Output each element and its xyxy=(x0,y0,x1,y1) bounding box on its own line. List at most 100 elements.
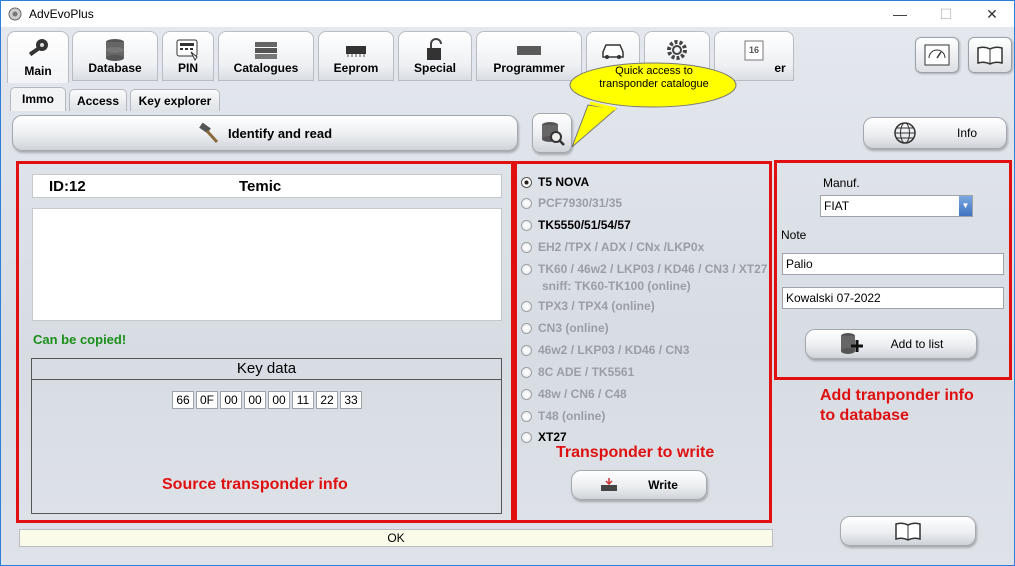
database-icon xyxy=(106,39,124,61)
source-details-area xyxy=(32,208,502,321)
key-data-title: Key data xyxy=(32,359,501,380)
source-annotation: Source transponder info xyxy=(162,476,348,493)
calendar-day: 16 xyxy=(749,45,759,55)
database-annotation-line2: to database xyxy=(820,407,909,424)
programmer-icon xyxy=(517,46,541,55)
source-id-bar: ID:12 Temic xyxy=(32,174,502,198)
source-manufacturer: Temic xyxy=(239,178,282,195)
key-byte[interactable]: 00 xyxy=(244,391,266,409)
close-button[interactable]: ✕ xyxy=(969,1,1014,27)
radio-label: TK60 / 46w2 / LKP03 / KD46 / CN3 / XT27 xyxy=(538,262,768,276)
radio-label: 46w2 / LKP03 / KD46 / CN3 xyxy=(538,343,690,357)
radio-label: CN3 (online) xyxy=(538,321,609,335)
title-bar: AdvEvoPlus — ☐ ✕ xyxy=(1,1,1014,27)
database-search-icon xyxy=(542,122,565,146)
manual-button[interactable] xyxy=(968,37,1012,73)
tab-special-label: Special xyxy=(413,61,457,75)
database-add-icon xyxy=(840,333,863,354)
radio-eh2[interactable]: EH2 /TPX / ADX / CNx /LKP0x xyxy=(521,240,704,254)
radio-label: EH2 /TPX / ADX / CNx /LKP0x xyxy=(538,240,705,254)
tab-eeprom-label: Eeprom xyxy=(333,61,379,75)
key-byte[interactable]: 66 xyxy=(172,391,194,409)
key-byte[interactable]: 33 xyxy=(340,391,362,409)
books-icon xyxy=(255,42,277,59)
radio-46w2[interactable]: 46w2 / LKP03 / KD46 / CN3 xyxy=(521,343,689,357)
identify-and-read-button[interactable]: Identify and read xyxy=(12,115,518,151)
minimize-button[interactable]: — xyxy=(877,1,923,27)
key-byte[interactable]: 0F xyxy=(196,391,218,409)
radio-dot xyxy=(521,241,532,253)
car-icon xyxy=(602,44,624,59)
manuf-label: Manuf. xyxy=(823,176,860,190)
radio-tk5550[interactable]: TK5550/51/54/57 xyxy=(521,218,631,232)
radio-tk60[interactable]: TK60 / 46w2 / LKP03 / KD46 / CN3 / XT27 xyxy=(521,262,767,276)
gear-icon xyxy=(667,40,687,60)
tab-pin[interactable]: PIN xyxy=(162,31,214,81)
key-byte[interactable]: 00 xyxy=(268,391,290,409)
meter-icon xyxy=(924,44,950,66)
keypad-icon xyxy=(176,39,198,61)
tab-main[interactable]: Main xyxy=(7,31,69,83)
tab-catalogues-label: Catalogues xyxy=(233,61,299,75)
radio-label: PCF7930/31/35 xyxy=(538,196,623,210)
info-button[interactable]: Info xyxy=(863,117,1007,149)
radio-t48[interactable]: T48 (online) xyxy=(521,409,605,423)
write-label: Write xyxy=(648,478,678,492)
subtab-access[interactable]: Access xyxy=(69,89,127,111)
radio-pcf7930[interactable]: PCF7930/31/35 xyxy=(521,196,622,210)
tab-pin-label: PIN xyxy=(177,61,198,75)
radio-dot xyxy=(521,344,532,356)
radio-t5-nova[interactable]: T5 NOVA xyxy=(521,175,589,189)
radio-cn3[interactable]: CN3 (online) xyxy=(521,321,609,335)
manuf-select[interactable]: FIAT ▼ xyxy=(820,195,973,217)
globe-icon xyxy=(894,122,916,144)
window-title: AdvEvoPlus xyxy=(29,7,94,21)
write-button[interactable]: Write xyxy=(571,470,707,500)
radio-xt27[interactable]: XT27 xyxy=(521,430,567,444)
radio-dot xyxy=(521,300,532,312)
radio-label: T5 NOVA xyxy=(538,175,590,189)
tab-database-label: Database xyxy=(88,61,142,75)
tab-special[interactable]: Special xyxy=(398,31,472,81)
subtab-key-explorer[interactable]: Key explorer xyxy=(130,89,220,111)
callout-text: Quick access to transponder catalogue xyxy=(599,65,709,90)
main-client-area: Main Database PIN Catalogues Eeprom Spec… xyxy=(1,27,1014,565)
radio-label: XT27 xyxy=(538,430,567,444)
info-label: Info xyxy=(956,126,977,140)
chevron-down-icon[interactable]: ▼ xyxy=(959,196,972,216)
radio-label: TK5550/51/54/57 xyxy=(538,218,631,232)
key-byte[interactable]: 22 xyxy=(316,391,338,409)
tab-database[interactable]: Database xyxy=(72,31,158,81)
add-to-list-button[interactable]: Add to list xyxy=(805,329,977,359)
subtab-immo[interactable]: Immo xyxy=(10,87,66,111)
radio-tpx3[interactable]: TPX3 / TPX4 (online) xyxy=(521,299,655,313)
tab-eeprom[interactable]: Eeprom xyxy=(318,31,394,81)
key-icon xyxy=(28,39,48,57)
radio-label: 8C ADE / TK5561 xyxy=(538,365,635,379)
catalogue-search-button[interactable] xyxy=(532,113,572,153)
add-to-list-label: Add to list xyxy=(890,337,944,351)
status-bar: OK xyxy=(19,529,773,547)
note-field-2[interactable]: Kowalski 07-2022 xyxy=(782,287,1004,309)
tab-programmer-label: Programmer xyxy=(493,61,565,75)
app-icon xyxy=(8,7,22,21)
key-bytes: 66 0F 00 00 00 11 22 33 xyxy=(172,391,364,409)
manuf-value: FIAT xyxy=(824,199,850,213)
write-icon xyxy=(601,478,618,491)
meter-button[interactable] xyxy=(915,37,959,73)
note-field-1[interactable]: Palio xyxy=(782,253,1004,275)
tab-programmer[interactable]: Programmer xyxy=(476,31,582,81)
key-byte[interactable]: 11 xyxy=(292,391,314,409)
app-window: AdvEvoPlus — ☐ ✕ Main Database PIN Catal… xyxy=(0,0,1015,566)
radio-8c-ade[interactable]: 8C ADE / TK5561 xyxy=(521,365,634,379)
tab-catalogues[interactable]: Catalogues xyxy=(218,31,314,81)
padlock-icon xyxy=(427,38,442,60)
tab-main-label: Main xyxy=(24,64,52,78)
key-byte[interactable]: 00 xyxy=(220,391,242,409)
radio-48w[interactable]: 48w / CN6 / C48 xyxy=(521,387,627,401)
help-book-button[interactable] xyxy=(840,516,976,546)
chip-icon xyxy=(346,46,366,57)
hammer-icon xyxy=(199,122,219,144)
book-icon xyxy=(895,522,921,541)
maximize-button[interactable]: ☐ xyxy=(923,1,969,27)
